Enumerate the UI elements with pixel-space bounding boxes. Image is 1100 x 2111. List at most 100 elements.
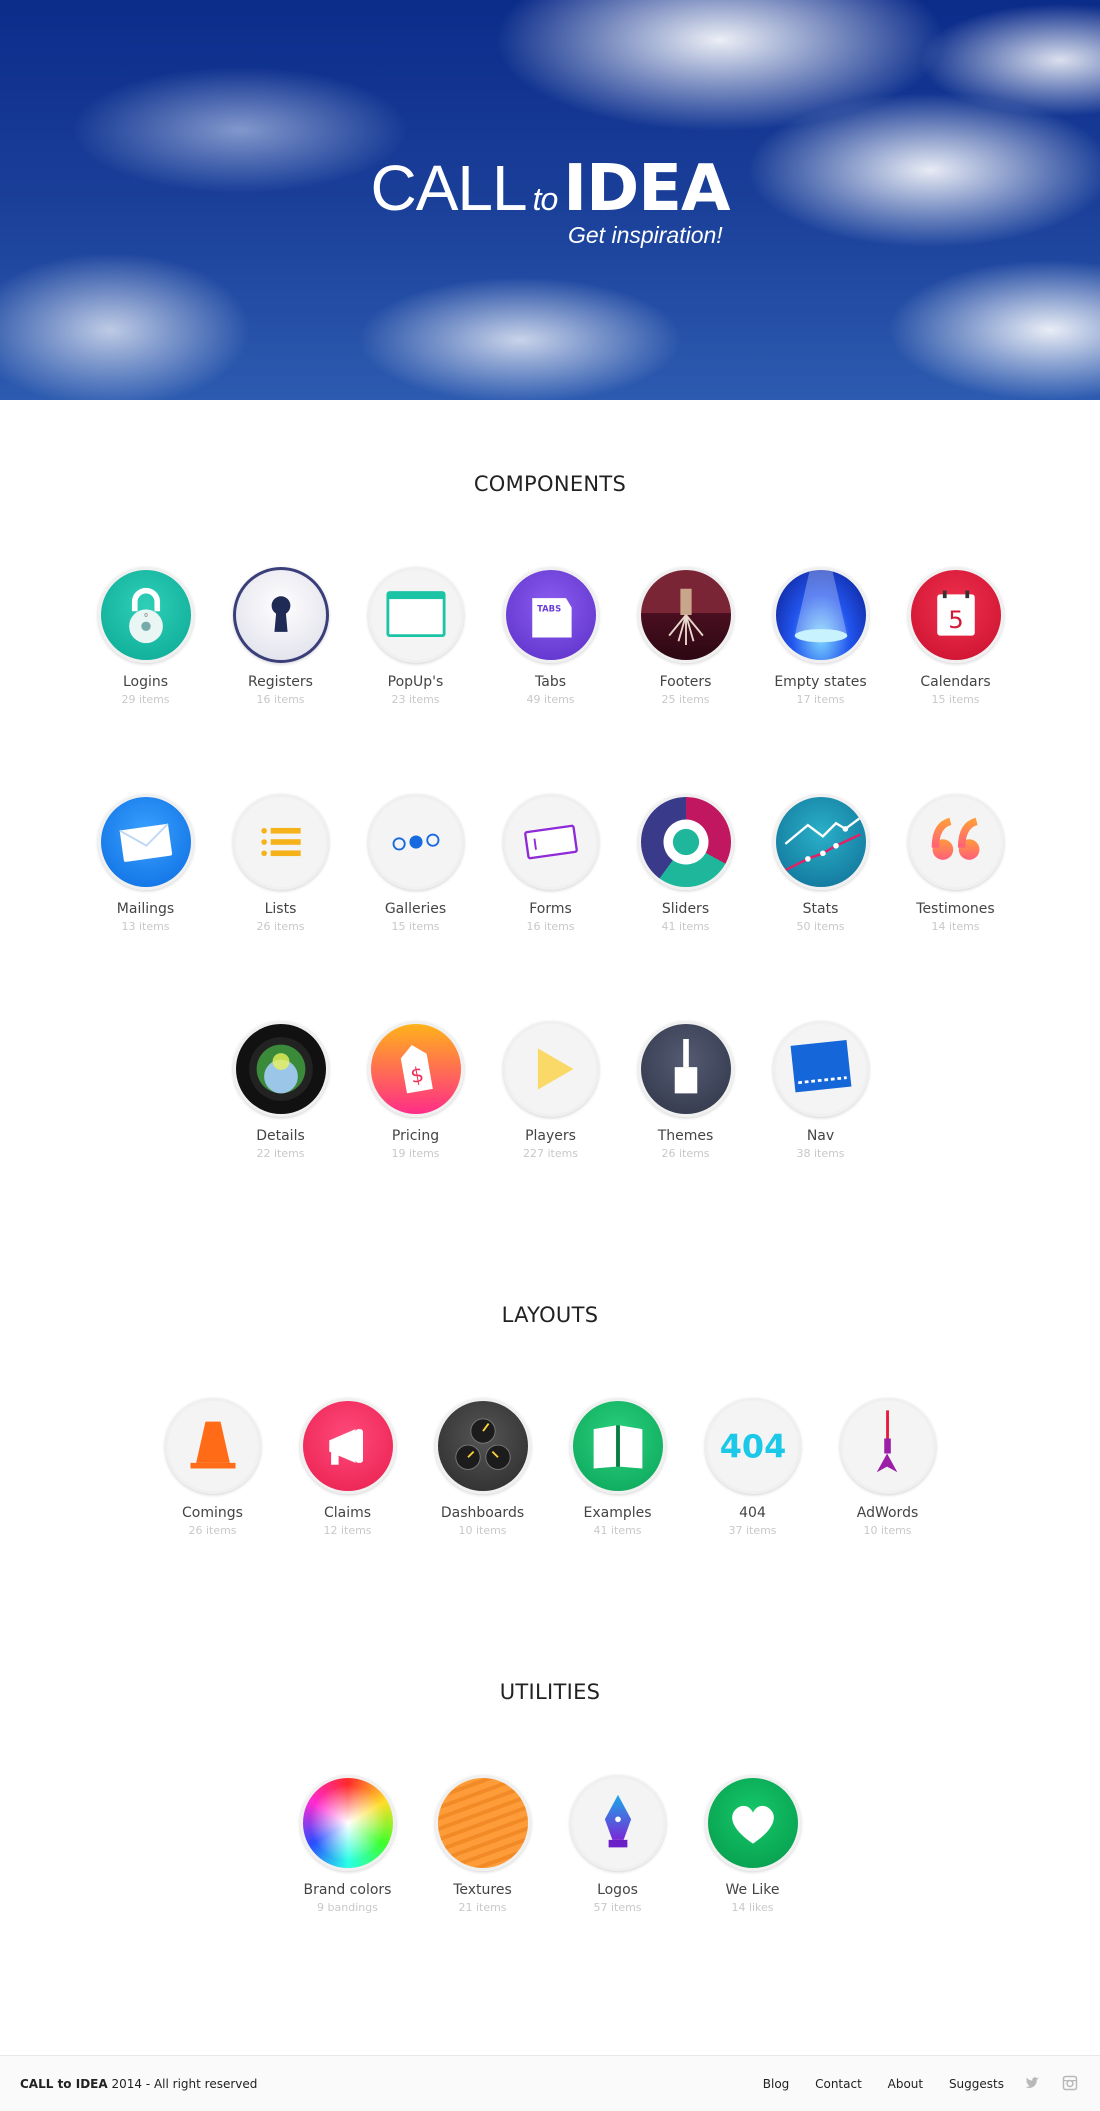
category-count: 16 items — [256, 693, 305, 706]
utility-count: 14 likes — [731, 1901, 774, 1914]
traffic-cone-icon — [164, 1398, 261, 1494]
title-idea: IDEA — [563, 152, 730, 226]
footer-copyright-text: 2014 - All right reserved — [111, 2077, 258, 2091]
layout-dashboards[interactable]: Dashboards 10 items — [415, 1398, 550, 1537]
layout-404[interactable]: 404 404 37 items — [685, 1398, 820, 1537]
layout-name: AdWords — [856, 1505, 919, 1521]
404-icon: 404 — [704, 1398, 801, 1494]
category-name: Galleries — [384, 901, 447, 917]
category-popups[interactable]: PopUp's 23 items — [348, 567, 483, 706]
category-count: 19 items — [391, 1147, 440, 1160]
category-name: Registers — [248, 674, 313, 690]
footer-link-blog[interactable]: Blog — [763, 2077, 790, 2091]
category-calendars[interactable]: 5 Calendars 15 items — [888, 567, 1023, 706]
layout-adwords[interactable]: AdWords 10 items — [820, 1398, 955, 1537]
utility-name: Textures — [453, 1882, 512, 1898]
category-lists[interactable]: Lists 26 items — [213, 794, 348, 933]
components-heading: COMPONENTS — [473, 472, 627, 496]
category-count: 38 items — [796, 1147, 845, 1160]
category-name: PopUp's — [387, 674, 444, 690]
category-count: 22 items — [256, 1147, 305, 1160]
calendar-icon: 5 — [907, 567, 1004, 663]
layout-count: 10 items — [458, 1524, 507, 1537]
category-name: Tabs — [535, 674, 566, 690]
site-logo-title: CALL toIDEA — [0, 150, 1100, 237]
layout-claims[interactable]: Claims 12 items — [280, 1398, 415, 1537]
instagram-icon[interactable] — [1062, 2075, 1078, 2091]
layout-comings[interactable]: Comings 26 items — [145, 1398, 280, 1537]
twitter-icon[interactable] — [1024, 2075, 1040, 2091]
keyhole-icon — [232, 567, 329, 663]
utility-brand-colors[interactable]: Brand colors 9 bandings — [280, 1775, 415, 1914]
category-name: Mailings — [116, 901, 175, 917]
slider-ring-icon — [637, 794, 734, 890]
category-name: Pricing — [391, 1128, 440, 1144]
category-count: 29 items — [121, 693, 170, 706]
category-players[interactable]: Players 227 items — [483, 1021, 618, 1160]
utility-count: 57 items — [593, 1901, 642, 1914]
site-footer: CALL to IDEA 2014 - All right reserved B… — [0, 2055, 1100, 2111]
price-tag-icon: $ — [367, 1021, 464, 1117]
popup-window-icon — [367, 567, 464, 663]
category-registers[interactable]: Registers 16 items — [213, 567, 348, 706]
category-name: Stats — [802, 901, 839, 917]
category-mailings[interactable]: Mailings 13 items — [78, 794, 213, 933]
category-name: Nav — [806, 1128, 835, 1144]
line-chart-icon — [772, 794, 869, 890]
category-count: 26 items — [256, 920, 305, 933]
layout-examples[interactable]: Examples 41 items — [550, 1398, 685, 1537]
tabs-icon: TABS — [502, 567, 599, 663]
tree-roots-icon — [637, 567, 734, 663]
category-empty-states[interactable]: Empty states 17 items — [753, 567, 888, 706]
pen-nib-icon — [569, 1775, 666, 1871]
svg-text:404: 404 — [719, 1427, 786, 1465]
category-name: Themes — [657, 1128, 714, 1144]
title-call: CALL — [370, 152, 528, 224]
list-icon — [232, 794, 329, 890]
heart-icon — [704, 1775, 801, 1871]
category-name: Lists — [264, 901, 297, 917]
category-count: 49 items — [526, 693, 575, 706]
category-name: Sliders — [661, 901, 710, 917]
category-name: Logins — [122, 674, 169, 690]
gallery-dots-icon — [367, 794, 464, 890]
category-galleries[interactable]: Galleries 15 items — [348, 794, 483, 933]
utility-textures[interactable]: Textures 21 items — [415, 1775, 550, 1914]
category-sliders[interactable]: Sliders 41 items — [618, 794, 753, 933]
utility-logos[interactable]: Logos 57 items — [550, 1775, 685, 1914]
category-count: 13 items — [121, 920, 170, 933]
color-wheel-icon — [299, 1775, 396, 1871]
wood-texture-icon — [434, 1775, 531, 1871]
category-count: 14 items — [931, 920, 980, 933]
category-testimones[interactable]: Testimones 14 items — [888, 794, 1023, 933]
category-nav[interactable]: Nav 38 items — [753, 1021, 888, 1160]
footer-link-suggests[interactable]: Suggests — [949, 2077, 1004, 2091]
utility-we-like[interactable]: We Like 14 likes — [685, 1775, 820, 1914]
footer-link-about[interactable]: About — [888, 2077, 923, 2091]
category-themes[interactable]: Themes 26 items — [618, 1021, 753, 1160]
category-name: Details — [256, 1128, 305, 1144]
svg-text:5: 5 — [948, 605, 964, 634]
paintbrush-icon — [637, 1021, 734, 1117]
category-forms[interactable]: Forms 16 items — [483, 794, 618, 933]
footer-copyright: CALL to IDEA 2014 - All right reserved — [20, 2077, 257, 2091]
svg-text:TABS: TABS — [537, 603, 561, 613]
footer-link-contact[interactable]: Contact — [815, 2077, 862, 2091]
layout-name: Comings — [182, 1505, 243, 1521]
category-pricing[interactable]: $ Pricing 19 items — [348, 1021, 483, 1160]
category-count: 17 items — [796, 693, 845, 706]
spotlight-icon — [772, 567, 869, 663]
category-stats[interactable]: Stats 50 items — [753, 794, 888, 933]
category-details[interactable]: Details 22 items — [213, 1021, 348, 1160]
category-name: Testimones — [916, 901, 995, 917]
category-footers[interactable]: Footers 25 items — [618, 567, 753, 706]
category-name: Empty states — [774, 674, 867, 690]
utility-count: 21 items — [458, 1901, 507, 1914]
utility-name: Logos — [597, 1882, 638, 1898]
category-name: Calendars — [920, 674, 991, 690]
category-name: Footers — [659, 674, 712, 690]
layout-count: 12 items — [323, 1524, 372, 1537]
category-tabs[interactable]: TABS Tabs 49 items — [483, 567, 618, 706]
camera-lens-icon — [232, 1021, 329, 1117]
category-logins[interactable]: 0 Logins 29 items — [78, 567, 213, 706]
